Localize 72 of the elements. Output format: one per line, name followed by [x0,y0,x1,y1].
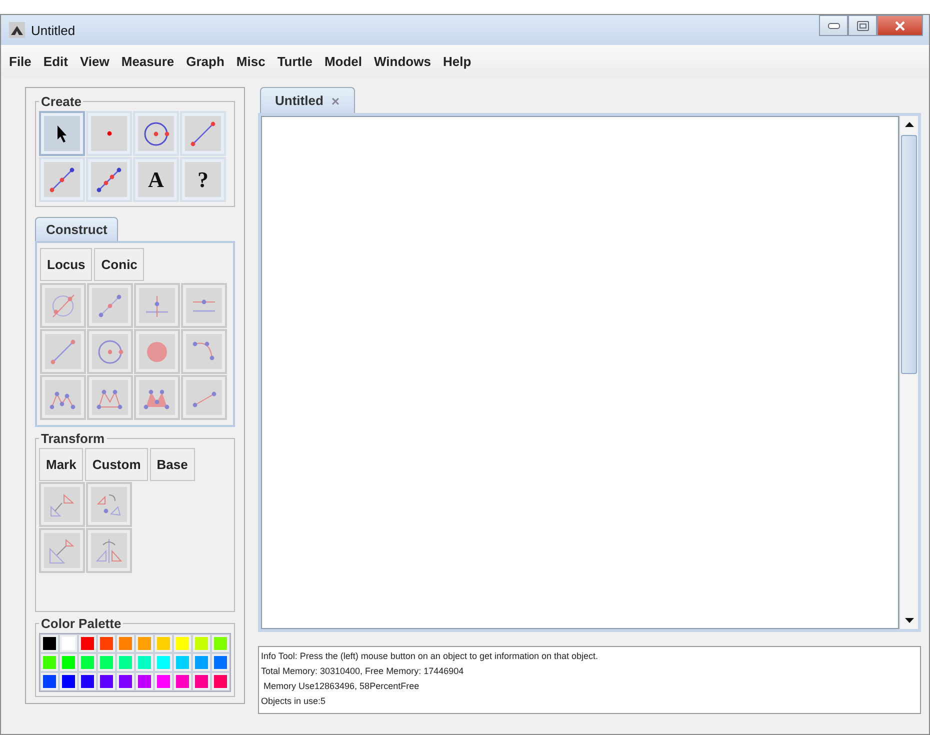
menu-item[interactable]: Graph [180,54,230,68]
menu-item[interactable]: Misc [230,54,272,68]
tool-text-button[interactable]: Base [150,448,195,481]
vertical-scrollbar[interactable] [899,116,918,629]
color-swatch[interactable] [40,653,59,672]
color-swatch[interactable] [116,634,135,653]
color-swatch[interactable] [97,634,116,653]
maximize-icon [856,20,868,30]
scroll-thumb[interactable] [901,135,917,374]
tool-text-button[interactable]: Conic [94,248,144,281]
color-swatch[interactable] [173,653,192,672]
tab-label: Untitled [275,93,324,108]
color-swatch[interactable] [211,672,230,691]
close-icon [894,20,906,30]
window-title: Untitled [31,22,76,38]
text-tool-button[interactable]: A [133,157,179,202]
info-line: Memory Use12863496, 58PercentFree [262,680,420,693]
group-title: Color Palette [40,616,122,631]
info-line: Objects in use:5 [261,695,327,708]
color-swatch[interactable] [59,634,78,653]
info-line: Info Tool: Press the (left) mouse button on an object to get information on that object. [261,650,600,663]
color-swatch[interactable] [97,653,116,672]
color-swatch[interactable] [192,672,211,691]
point-tool-icon [106,131,112,136]
tool-text-button[interactable]: Locus [40,248,92,281]
color-swatch[interactable] [192,653,211,672]
color-swatch[interactable] [97,672,116,691]
color-swatch[interactable] [116,653,135,672]
group-title: Transform [40,431,106,446]
construct-tab[interactable]: Construct [35,217,118,241]
info-line: Total Memory: 30310400, Free Memory: 17446904 [261,665,465,678]
color-swatch[interactable] [40,634,59,653]
document-tab[interactable]: Untitled × [260,87,355,113]
menu-item[interactable]: Edit [37,54,74,68]
color-swatch[interactable] [78,653,97,672]
minimize-icon [828,22,840,28]
color-swatch[interactable] [211,634,230,653]
color-swatch[interactable] [192,634,211,653]
menu-item[interactable]: Windows [368,54,437,68]
close-button[interactable] [877,15,923,36]
group-title: Create [40,94,82,109]
color-swatch[interactable] [211,653,230,672]
menu-item[interactable]: Turtle [271,54,318,68]
color-swatch[interactable] [154,653,173,672]
tool-button[interactable] [39,111,85,156]
color-swatch[interactable] [135,634,154,653]
color-swatch[interactable] [78,634,97,653]
color-swatch[interactable] [135,653,154,672]
text-tool-button[interactable]: ? [180,157,226,202]
tool-text-button[interactable]: Custom [85,448,148,481]
color-swatch[interactable] [173,634,192,653]
color-swatch[interactable] [135,672,154,691]
color-swatch[interactable] [59,672,78,691]
pointer-tool-icon [57,124,67,142]
maximize-button[interactable] [848,15,877,36]
tool-text-button[interactable]: Mark [39,448,84,481]
menu-item[interactable]: Help [436,54,478,68]
color-swatch[interactable] [78,672,97,691]
scroll-down-icon[interactable] [904,618,914,623]
color-swatch[interactable] [173,672,192,691]
menu-item[interactable]: View [74,54,116,68]
color-swatch[interactable] [40,672,59,691]
menu-item[interactable]: File [3,54,38,68]
color-swatch[interactable] [154,634,173,653]
color-swatch[interactable] [59,653,78,672]
menu-item[interactable]: Measure [115,54,180,68]
color-swatch[interactable] [116,672,135,691]
scroll-up-icon[interactable] [904,122,914,127]
app-icon [9,22,25,38]
color-swatch[interactable] [154,672,173,691]
minimize-button[interactable] [819,15,848,36]
menu-item[interactable]: Model [318,54,368,68]
